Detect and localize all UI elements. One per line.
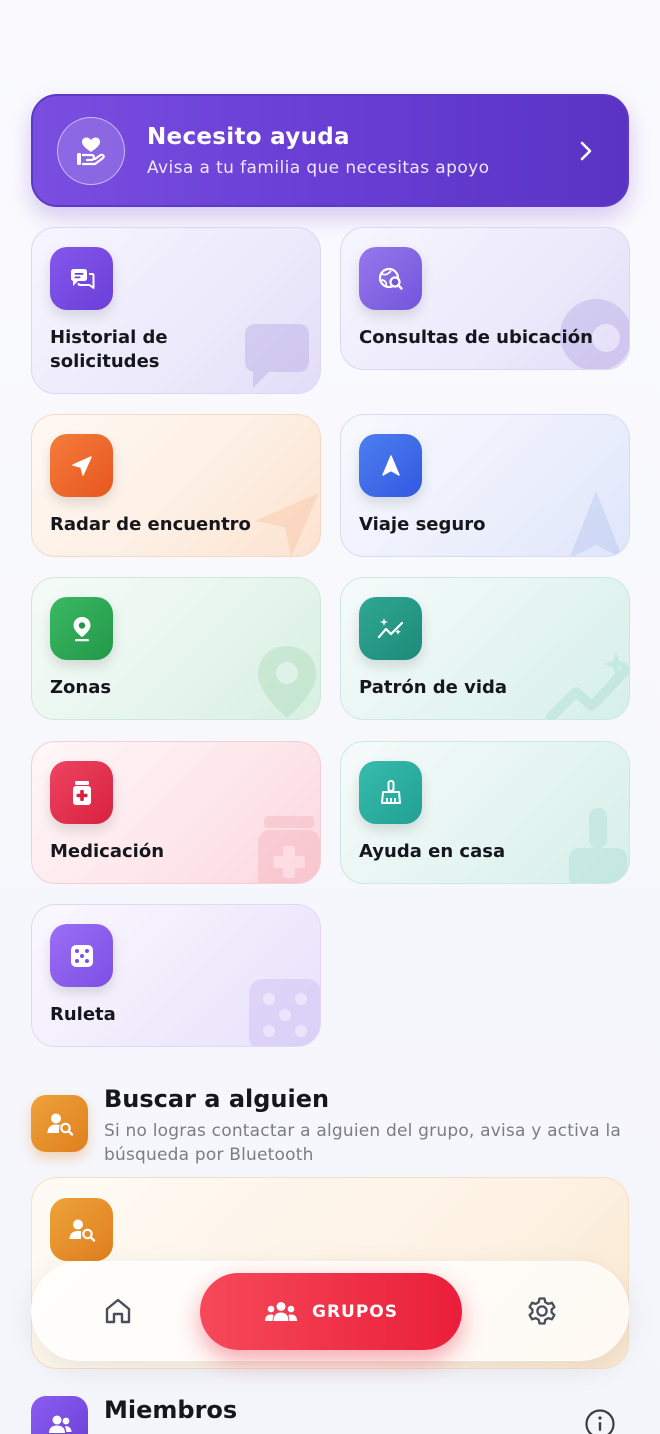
hand-heart-icon xyxy=(57,116,125,185)
search-section-description: Si no logras contactar a alguien del gru… xyxy=(104,1121,622,1165)
chat-icon xyxy=(50,247,113,310)
tile-consultas-ubicacion[interactable]: Consultas de ubicación xyxy=(340,227,630,370)
tile-label: Ruleta xyxy=(50,1004,116,1025)
tile-label: Zonas xyxy=(50,677,112,698)
help-banner-title: Necesito ayuda xyxy=(147,123,350,150)
gear-icon[interactable] xyxy=(526,1295,558,1331)
group-icon xyxy=(31,1396,88,1434)
groups-nav-button[interactable]: GRUPOS xyxy=(200,1273,462,1350)
tile-label: Viaje seguro xyxy=(359,514,486,535)
tile-label: Radar de encuentro xyxy=(50,514,251,535)
dice-icon xyxy=(50,924,113,987)
chevron-right-icon xyxy=(579,141,593,161)
tile-label: Medicación xyxy=(50,841,165,862)
members-section-title: Miembros xyxy=(104,1396,238,1424)
tile-label: Consultas de ubicación xyxy=(359,327,593,348)
help-banner-subtitle: Avisa a tu familia que necesitas apoyo xyxy=(147,157,490,178)
navigation-up-icon xyxy=(359,434,422,497)
tile-patron-de-vida[interactable]: Patrón de vida xyxy=(340,577,630,720)
tile-radar-encuentro[interactable]: Radar de encuentro xyxy=(31,414,321,557)
map-pin-icon xyxy=(50,597,113,660)
person-search-icon xyxy=(50,1198,113,1261)
person-search-icon xyxy=(31,1095,88,1152)
navigation-arrow-icon xyxy=(50,434,113,497)
tile-label: Patrón de vida xyxy=(359,677,508,698)
tile-medicacion[interactable]: Medicación xyxy=(31,741,321,884)
tile-ayuda-en-casa[interactable]: Ayuda en casa xyxy=(340,741,630,884)
groups-nav-label: GRUPOS xyxy=(311,1301,398,1322)
bottom-navigation-bar: GRUPOS xyxy=(31,1261,629,1361)
group-icon xyxy=(264,1301,297,1321)
tile-label: Ayuda en casa xyxy=(359,841,506,862)
tile-ruleta[interactable]: Ruleta xyxy=(31,904,321,1047)
globe-search-icon xyxy=(359,247,422,310)
broom-icon xyxy=(359,761,422,824)
tile-label: Historial de solicitudes xyxy=(50,327,168,372)
tile-viaje-seguro[interactable]: Viaje seguro xyxy=(340,414,630,557)
home-icon[interactable] xyxy=(102,1295,134,1331)
tile-historial-solicitudes[interactable]: Historial de solicitudes xyxy=(31,227,321,394)
chat-bubble-decoration xyxy=(237,318,317,393)
help-request-banner[interactable]: Necesito ayuda Avisa a tu familia que ne… xyxy=(31,94,629,207)
tile-zonas[interactable]: Zonas xyxy=(31,577,321,720)
info-icon[interactable] xyxy=(584,1408,616,1434)
medicine-icon xyxy=(50,761,113,824)
search-section-title: Buscar a alguien xyxy=(104,1085,330,1113)
trend-sparkle-icon xyxy=(359,597,422,660)
